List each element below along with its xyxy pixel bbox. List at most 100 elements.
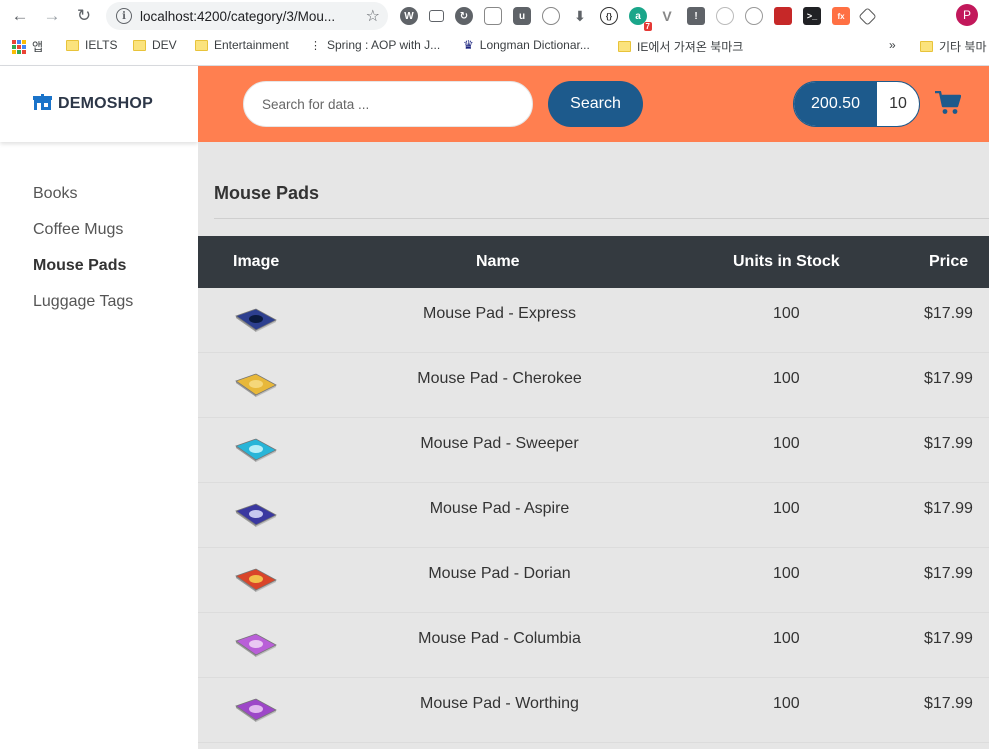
sidebar: DEMOSHOP Books Coffee Mugs Mouse Pads Lu… xyxy=(0,66,198,749)
product-image[interactable] xyxy=(234,304,278,332)
category-books[interactable]: Books xyxy=(33,184,133,220)
profile-avatar[interactable]: P xyxy=(956,4,978,26)
product-table-body: Mouse Pad - Express 100 $17.99 Mouse Pad - … xyxy=(198,288,989,743)
json-extension-icon[interactable]: {} xyxy=(600,7,618,25)
cart-status[interactable]: 200.50 10 xyxy=(793,81,920,127)
cube-extension-icon[interactable] xyxy=(858,6,877,26)
bookmark-label: IELTS xyxy=(85,38,118,52)
product-name[interactable]: Mouse Pad - Dorian xyxy=(358,548,641,600)
title-divider xyxy=(214,218,989,219)
folder-icon xyxy=(195,39,208,51)
grammar-extension-icon[interactable]: a7 xyxy=(629,7,652,31)
table-row[interactable]: Mouse Pad - Sweeper 100 $17.99 xyxy=(198,418,989,483)
product-image[interactable] xyxy=(234,499,278,527)
cart-total: 200.50 xyxy=(794,82,877,126)
page-title: Mouse Pads xyxy=(214,183,320,203)
product-name[interactable]: Mouse Pad - Aspire xyxy=(358,483,641,535)
column-header-name: Name xyxy=(476,253,520,270)
table-row[interactable]: Mouse Pad - Columbia 100 $17.99 xyxy=(198,613,989,678)
product-name[interactable]: Mouse Pad - Cherokee xyxy=(358,353,641,405)
product-stock: 100 xyxy=(773,370,800,387)
category-coffee-mugs[interactable]: Coffee Mugs xyxy=(33,220,133,256)
wordpress-extension-icon[interactable]: W xyxy=(400,7,418,25)
column-header-price: Price xyxy=(929,253,969,270)
main-content: Mouse Pads Image Name Units in Stock Pri… xyxy=(198,142,989,749)
bookmark-longman[interactable]: ♛ Longman Dictionar... xyxy=(463,38,590,52)
longman-icon: ♛ xyxy=(463,38,474,52)
pin-extension-icon[interactable] xyxy=(716,7,734,25)
bookmark-ielts[interactable]: IELTS xyxy=(66,38,117,52)
ublock-extension-icon[interactable]: u xyxy=(513,7,531,25)
address-bar[interactable]: i localhost:4200/category/3/Mou... ☆ xyxy=(106,2,388,30)
product-stock: 100 xyxy=(773,695,800,712)
bookmark-label: DEV xyxy=(152,38,177,52)
bookmark-star-icon[interactable]: ☆ xyxy=(366,6,380,26)
category-luggage-tags[interactable]: Luggage Tags xyxy=(33,292,133,328)
pocket-extension-icon[interactable] xyxy=(484,7,502,25)
screen-extension-icon[interactable] xyxy=(429,10,444,22)
download-extension-icon[interactable]: ⬇ xyxy=(571,7,589,25)
bookmark-entertainment[interactable]: Entertainment xyxy=(195,38,289,52)
product-image[interactable] xyxy=(234,434,278,462)
apps-grid-icon xyxy=(12,39,26,54)
bookmarks-overflow[interactable]: » xyxy=(889,38,896,52)
bookmark-spring[interactable]: ⋮ Spring : AOP with J... xyxy=(310,38,440,52)
bookmark-label: IE에서 가져온 북마크 xyxy=(637,40,744,54)
table-header: Image Name Units in Stock Price xyxy=(198,236,989,288)
bookmark-label: Spring : AOP with J... xyxy=(327,38,441,52)
spring-icon: ⋮ xyxy=(310,39,321,52)
globe-extension-icon[interactable] xyxy=(542,7,560,25)
folder-icon xyxy=(618,41,631,52)
bookmark-other[interactable]: 기타 북마 xyxy=(920,38,987,55)
reload-icon[interactable]: ↻ xyxy=(73,5,95,27)
product-image[interactable] xyxy=(234,694,278,722)
sync-extension-icon[interactable]: ↻ xyxy=(455,7,473,25)
bookmark-ie-imports[interactable]: IE에서 가져온 북마크 xyxy=(618,38,743,55)
info-extension-icon[interactable]: ! xyxy=(687,7,705,25)
product-stock: 100 xyxy=(773,565,800,582)
search-button[interactable]: Search xyxy=(548,81,643,127)
vue-extension-icon[interactable]: V xyxy=(658,7,676,25)
shopping-cart-icon[interactable] xyxy=(935,90,962,115)
url-text[interactable]: localhost:4200/category/3/Mou... xyxy=(140,9,335,24)
brand[interactable]: DEMOSHOP xyxy=(0,66,198,142)
search-input[interactable] xyxy=(243,81,533,127)
table-row[interactable]: Mouse Pad - Worthing 100 $17.99 xyxy=(198,678,989,743)
product-name[interactable]: Mouse Pad - Sweeper xyxy=(358,418,641,470)
shop-icon xyxy=(33,93,52,115)
back-arrow-icon[interactable]: ← xyxy=(9,5,31,27)
product-price: $17.99 xyxy=(924,695,973,712)
folder-icon xyxy=(920,41,933,52)
table-row[interactable]: Mouse Pad - Aspire 100 $17.99 xyxy=(198,483,989,548)
product-image[interactable] xyxy=(234,369,278,397)
overflow-chevron-icon: » xyxy=(889,38,896,52)
bookmark-label: Longman Dictionar... xyxy=(479,38,590,52)
react-extension-icon[interactable] xyxy=(745,7,763,25)
product-name[interactable]: Mouse Pad - Columbia xyxy=(358,613,641,665)
table-row[interactable]: Mouse Pad - Dorian 100 $17.99 xyxy=(198,548,989,613)
extension-badge: 7 xyxy=(643,22,652,31)
category-list: Books Coffee Mugs Mouse Pads Luggage Tag… xyxy=(33,184,133,328)
terminal-extension-icon[interactable]: >_ xyxy=(803,7,821,25)
column-header-image: Image xyxy=(233,253,280,270)
product-image[interactable] xyxy=(234,564,278,592)
bookmark-label: 기타 북마 xyxy=(939,40,987,54)
extensions-bar: W ↻ u ⬇ {} a7 V ! >_ fx xyxy=(400,6,877,31)
product-price: $17.99 xyxy=(924,370,973,387)
table-row[interactable]: Mouse Pad - Express 100 $17.99 xyxy=(198,288,989,353)
product-name[interactable]: Mouse Pad - Worthing xyxy=(358,678,641,730)
product-name[interactable]: Mouse Pad - Express xyxy=(358,288,641,340)
fx-extension-icon[interactable]: fx xyxy=(832,7,850,25)
category-mouse-pads[interactable]: Mouse Pads xyxy=(33,256,133,292)
bookmark-label: Entertainment xyxy=(214,38,289,52)
bookmark-apps[interactable]: 앱 xyxy=(12,38,43,55)
book-extension-icon[interactable] xyxy=(774,7,792,25)
forward-arrow-icon[interactable]: → xyxy=(41,5,63,27)
brand-name: DEMOSHOP xyxy=(58,95,153,112)
product-image[interactable] xyxy=(234,629,278,657)
table-row[interactable]: Mouse Pad - Cherokee 100 $17.99 xyxy=(198,353,989,418)
column-header-stock: Units in Stock xyxy=(733,253,840,270)
bookmark-dev[interactable]: DEV xyxy=(133,38,177,52)
bookmark-label: 앱 xyxy=(32,40,44,54)
info-icon[interactable]: i xyxy=(116,8,132,24)
